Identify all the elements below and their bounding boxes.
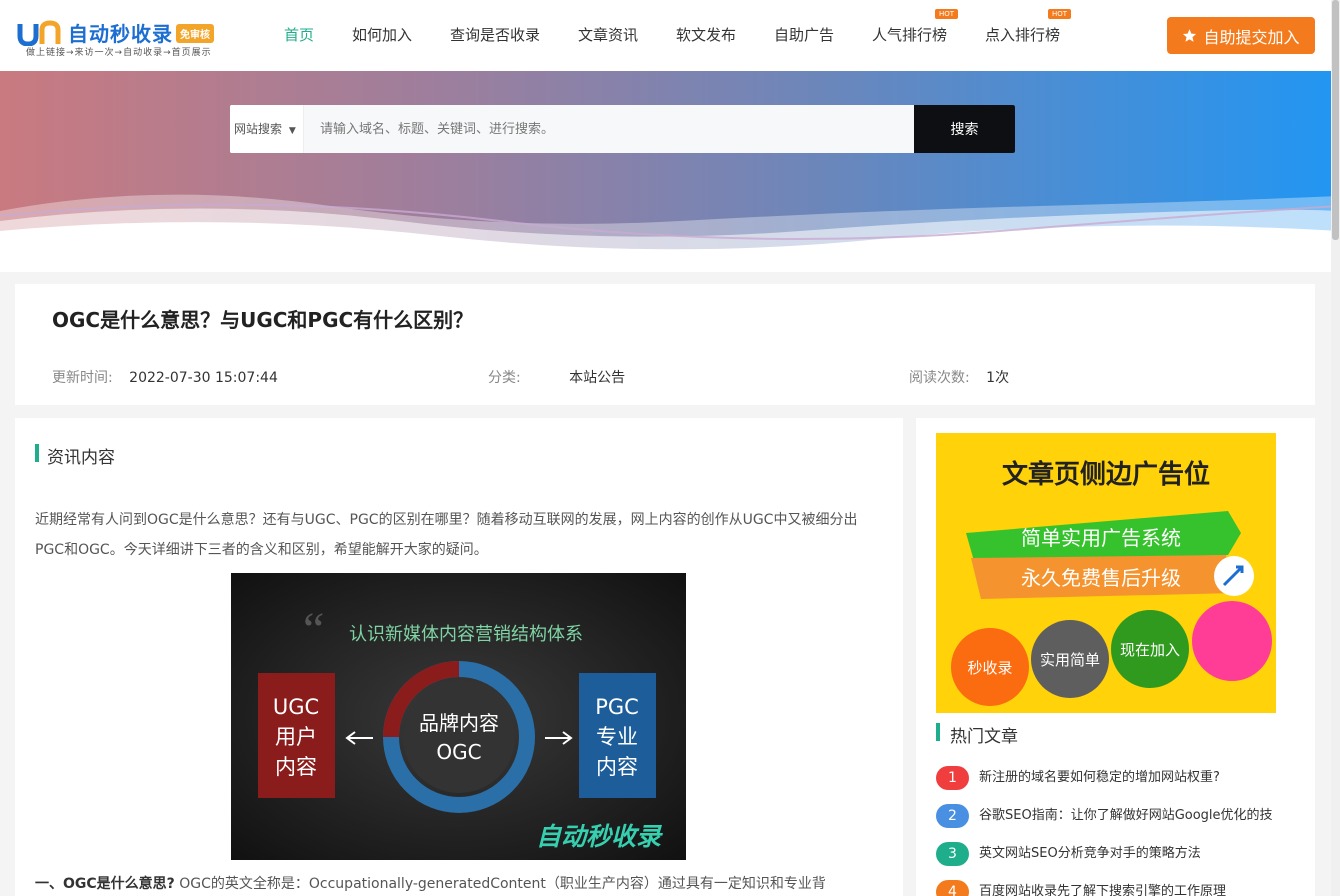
search-type-select[interactable]: 网站搜索 ▼	[230, 105, 304, 153]
section-title: 资讯内容	[35, 443, 115, 468]
meta-views: 阅读次数: 1次	[909, 367, 1009, 387]
ad-circle-3: 现在加入	[1120, 641, 1180, 659]
ad-circle-1: 秒收录	[967, 659, 1012, 677]
star-icon	[1183, 29, 1197, 42]
search-input[interactable]	[304, 105, 914, 153]
hot-article-item[interactable]: 4 百度网站收录先了解下搜索引擎的工作原理	[936, 880, 1306, 896]
figure-left-line1: UGC	[273, 695, 319, 719]
scrollbar-thumb[interactable]	[1332, 0, 1339, 240]
rank-badge: 2	[936, 804, 969, 828]
meta-category-label: 分类:	[488, 370, 521, 386]
hot-badge: HOT	[1048, 9, 1072, 19]
rank-badge: 1	[936, 766, 969, 790]
rank-badge: 3	[936, 842, 969, 866]
submit-join-label: 自助提交加入	[1203, 27, 1300, 47]
site-header: 自动秒收录 免审核 做上链接→来访一次→自动收录→首页展示 首页 如何加入 查询…	[0, 0, 1340, 71]
figure-right-line2: 专业	[596, 725, 638, 749]
figure-center-line1: 品牌内容	[419, 711, 499, 735]
hot-article-item[interactable]: 3 英文网站SEO分析竞争对手的策略方法	[936, 842, 1306, 866]
article-intro: 近期经常有人问到OGC是什么意思？还有与UGC、PGC的区别在哪里？随着移动互联…	[35, 512, 858, 558]
sidebar-ad-banner[interactable]: 文章页侧边广告位 简单实用广告系统 永久免费售后升级 秒收录 实用简单 现在加入	[936, 433, 1276, 713]
figure-right-line1: PGC	[595, 695, 639, 719]
hot-article-title[interactable]: 谷歌SEO指南：让你了解做好网站Google优化的技	[979, 804, 1273, 828]
quote-mark-icon: “	[303, 603, 324, 656]
logo-badge: 免审核	[176, 24, 214, 43]
ad-title: 文章页侧边广告位	[1002, 459, 1210, 490]
figure-left-line2: 用户	[275, 725, 317, 749]
meta-updated-value: 2022-07-30 15:07:44	[129, 370, 278, 386]
hot-article-item[interactable]: 1 新注册的域名要如何稳定的增加网站权重?	[936, 766, 1306, 790]
meta-updated-label: 更新时间:	[52, 370, 113, 386]
figure-watermark: 自动秒收录	[536, 822, 663, 851]
nav-check-indexed[interactable]: 查询是否收录	[450, 0, 540, 71]
submit-join-button[interactable]: 自助提交加入	[1167, 17, 1315, 54]
article-content: 资讯内容 近期经常有人问到OGC是什么意思？还有与UGC、PGC的区别在哪里？随…	[15, 418, 903, 896]
article-header: OGC是什么意思？与UGC和PGC有什么区别？ 更新时间: 2022-07-30…	[15, 284, 1315, 405]
logo-title: 自动秒收录	[68, 22, 173, 46]
nav-soft-articles[interactable]: 软文发布	[676, 0, 736, 71]
hot-article-title[interactable]: 新注册的域名要如何稳定的增加网站权重?	[979, 766, 1220, 790]
ad-line-2: 永久免费售后升级	[1021, 566, 1181, 590]
search-box: 网站搜索 ▼ 搜索	[230, 105, 1015, 153]
hot-badge: HOT	[935, 9, 959, 19]
hot-article-item[interactable]: 2 谷歌SEO指南：让你了解做好网站Google优化的技	[936, 804, 1306, 828]
meta-views-value: 1次	[986, 370, 1010, 386]
para-2-heading: 一、OGC是什么意思?	[35, 876, 175, 892]
nav-home[interactable]: 首页	[284, 0, 314, 71]
meta-category: 分类: 本站公告	[488, 367, 625, 387]
search-button[interactable]: 搜索	[914, 105, 1015, 153]
nav-self-ads[interactable]: 自助广告	[774, 0, 834, 71]
ad-line-1: 简单实用广告系统	[1021, 526, 1181, 550]
caret-down-icon: ▼	[288, 126, 296, 136]
sidebar: 文章页侧边广告位 简单实用广告系统 永久免费售后升级 秒收录 实用简单 现在加入…	[916, 418, 1315, 896]
meta-updated: 更新时间: 2022-07-30 15:07:44	[52, 367, 278, 387]
site-logo[interactable]: 自动秒收录 免审核 做上链接→来访一次→自动收录→首页展示	[16, 16, 226, 60]
figure-center-line2: OGC	[436, 740, 481, 764]
meta-views-label: 阅读次数:	[909, 370, 970, 386]
nav-articles[interactable]: 文章资讯	[578, 0, 638, 71]
article-figure: “ 认识新媒体内容营销结构体系 品牌内容 OGC UGC 用户 内容 PGC 专…	[231, 573, 686, 860]
logo-slogan: 做上链接→来访一次→自动收录→首页展示	[26, 48, 212, 58]
logo-mark-icon	[17, 20, 61, 46]
ad-circle-2: 实用简单	[1040, 651, 1100, 669]
banner-waves	[0, 194, 1340, 272]
ad-circle-4	[1192, 601, 1272, 681]
figure-left-line3: 内容	[275, 755, 317, 779]
meta-category-value[interactable]: 本站公告	[569, 370, 625, 386]
hot-article-title[interactable]: 百度网站收录先了解下搜索引擎的工作原理	[979, 880, 1226, 896]
hot-article-title[interactable]: 英文网站SEO分析竞争对手的策略方法	[979, 842, 1201, 866]
hot-articles-title: 热门文章	[936, 722, 1018, 747]
search-type-label: 网站搜索	[234, 122, 283, 136]
nav-how-to-join[interactable]: 如何加入	[352, 0, 412, 71]
article-title: OGC是什么意思？与UGC和PGC有什么区别？	[52, 308, 474, 332]
para-2-text: OGC的英文全称是：Occupationally-generatedConten…	[174, 876, 826, 892]
figure-right-line3: 内容	[596, 755, 638, 779]
rank-badge: 4	[936, 880, 969, 896]
figure-caption: 认识新媒体内容营销结构体系	[349, 624, 583, 645]
article-para-2: 一、OGC是什么意思? OGC的英文全称是：Occupationally-gen…	[35, 872, 895, 896]
search-banner: 网站搜索 ▼ 搜索	[0, 71, 1340, 272]
